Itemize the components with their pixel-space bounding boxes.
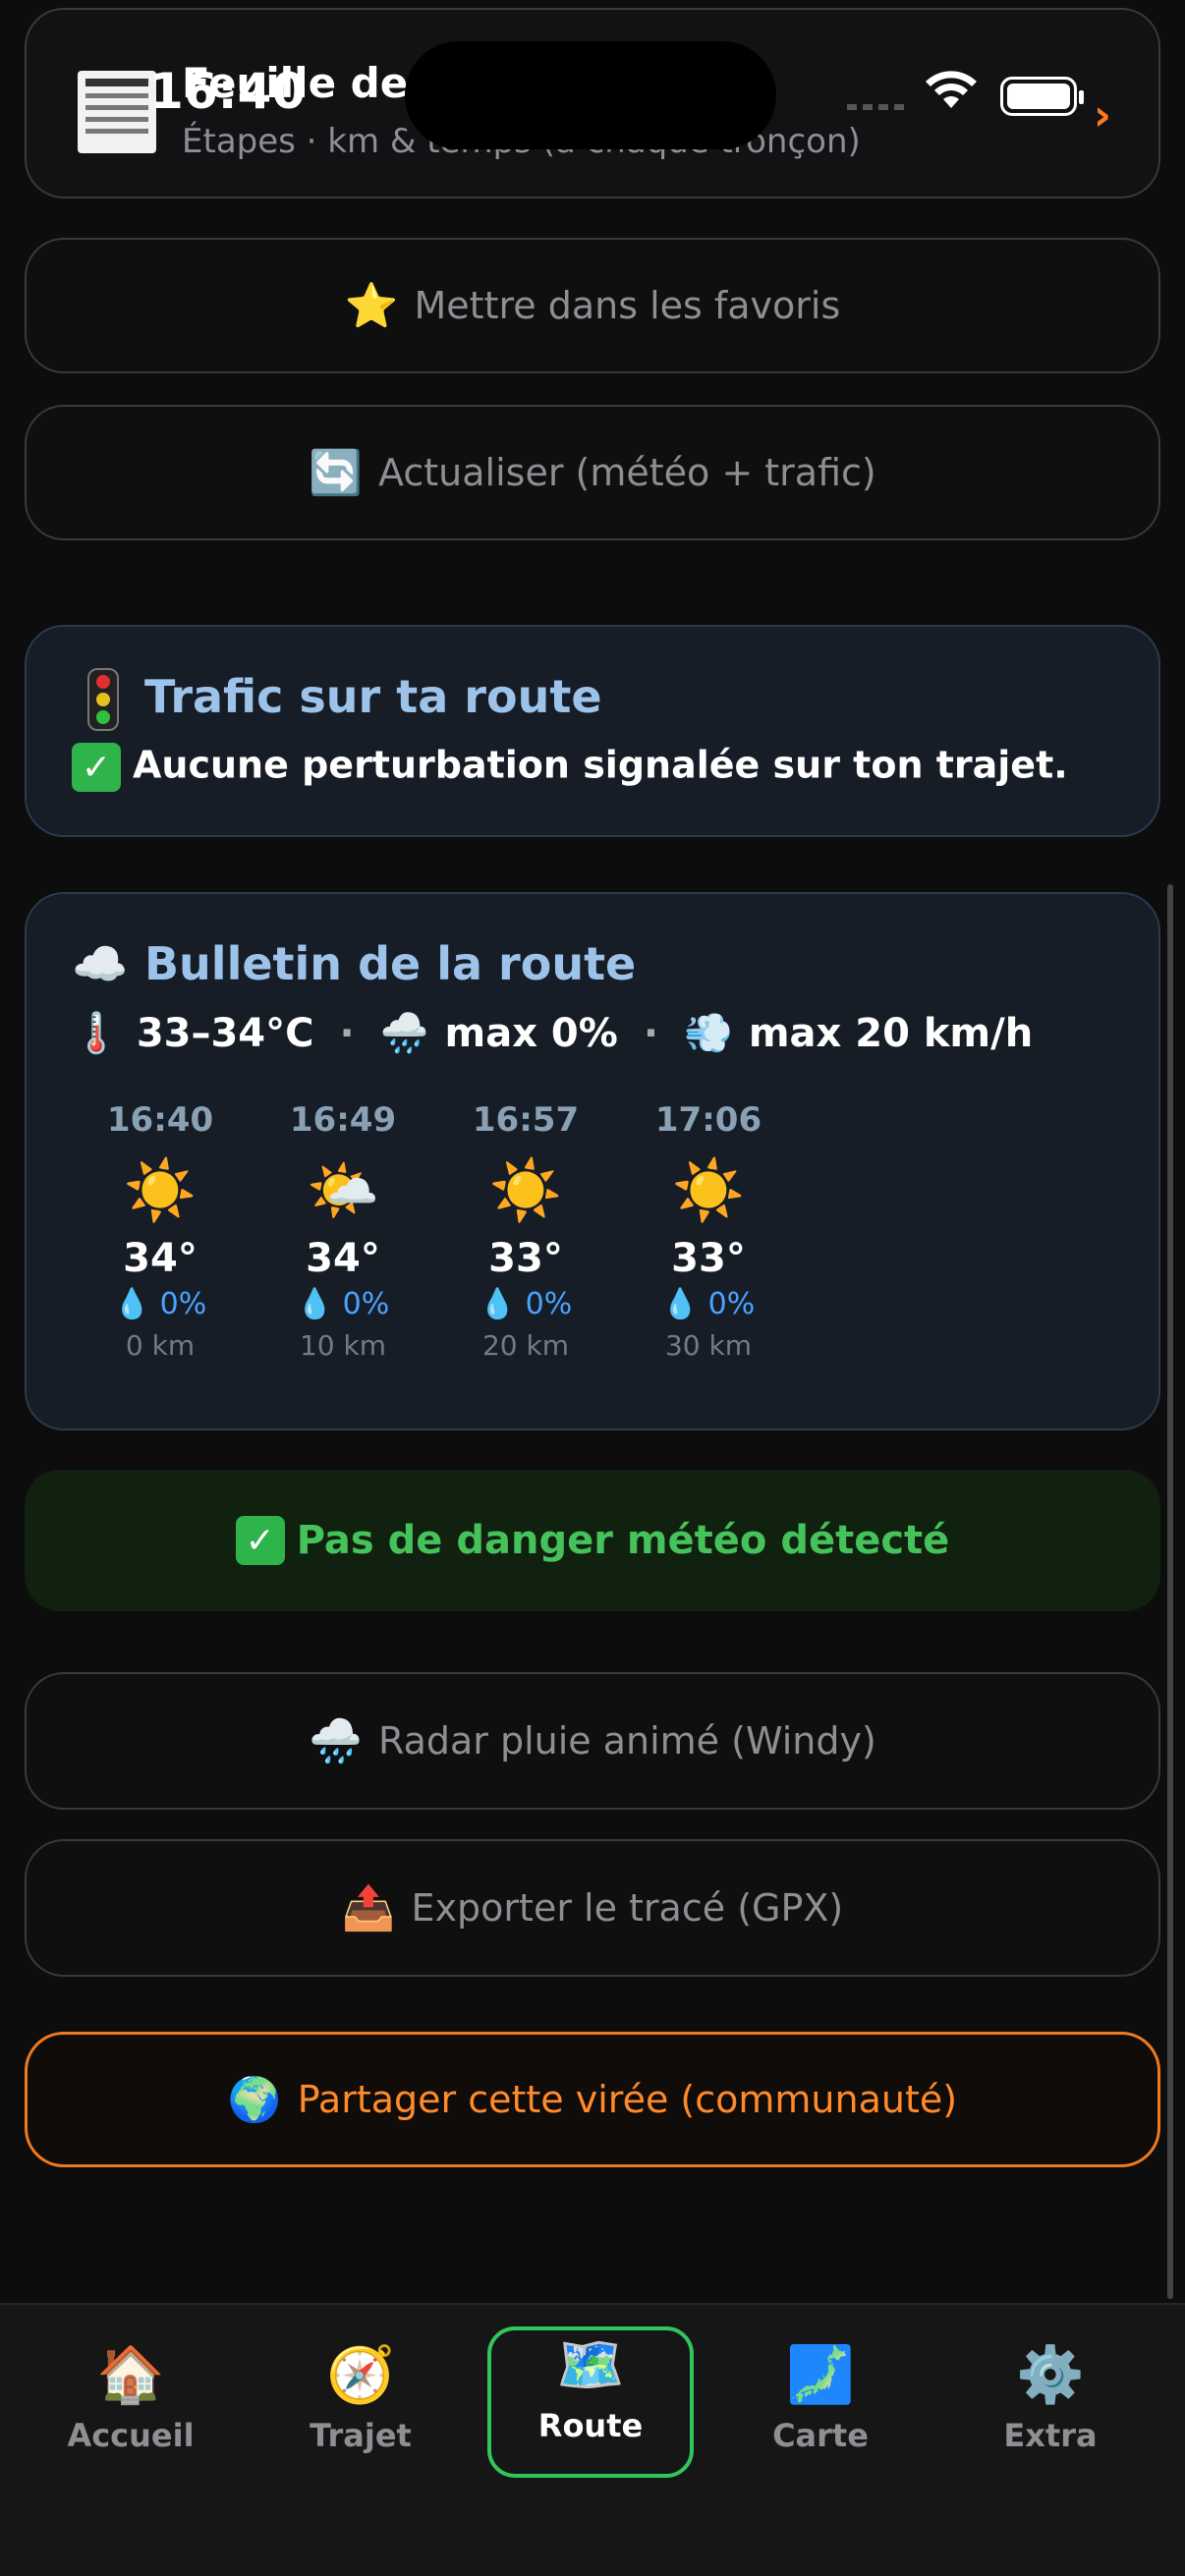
tab-trajet[interactable]: 🧭 Trajet	[257, 2340, 464, 2488]
gear-icon: ⚙️	[1016, 2343, 1085, 2407]
slot-rain: 💧 0%	[661, 1287, 756, 1321]
rain-max: max 0%	[444, 1010, 618, 1056]
slot-distance: 30 km	[664, 1329, 753, 1362]
chevron-right-icon: ›	[1093, 90, 1111, 140]
rain-cloud-icon: 🌧️	[309, 1716, 363, 1766]
wind-icon: 💨	[684, 1011, 733, 1056]
house-icon: 🏠	[96, 2343, 165, 2407]
weather-card: ☁️ Bulletin de la route 🌡️ 33–34°C · 🌧️ …	[25, 892, 1160, 1430]
traffic-card: Trafic sur ta route ✓ Aucune perturbation…	[25, 625, 1160, 837]
weather-danger-banner: ✓ Pas de danger météo détecté	[25, 1470, 1160, 1611]
signal-dots-icon	[847, 104, 908, 110]
thermometer-icon: 🌡️	[72, 1011, 121, 1056]
tab-bar: 🏠 Accueil 🧭 Trajet 🗺️ Route 🗾 Carte ⚙️ E…	[0, 2303, 1185, 2576]
slot-temp: 34°	[123, 1236, 198, 1281]
slot-temp: 33°	[488, 1236, 563, 1281]
tab-label: Carte	[772, 2417, 869, 2454]
tab-label: Trajet	[310, 2417, 412, 2454]
battery-icon	[1000, 77, 1084, 116]
check-icon: ✓	[235, 1516, 285, 1565]
scrollbar[interactable]	[1167, 884, 1173, 2299]
slot-time: 16:49	[289, 1100, 397, 1140]
forecast-slot: 16:40 ☀️ 34° 💧 0% 0 km	[82, 1100, 239, 1362]
globe-icon: 🌍	[227, 2075, 282, 2125]
slot-distance: 0 km	[125, 1329, 196, 1362]
wifi-icon	[926, 71, 977, 108]
slot-time: 16:57	[472, 1100, 580, 1140]
slot-temp: 33°	[671, 1236, 746, 1281]
favorite-button[interactable]: ⭐ Mettre dans les favoris	[25, 238, 1160, 373]
tab-route[interactable]: 🗺️ Route	[487, 2326, 694, 2478]
slot-distance: 10 km	[299, 1329, 387, 1362]
refresh-label: Actualiser (météo + trafic)	[378, 451, 876, 494]
slot-time: 17:06	[654, 1100, 762, 1140]
app-screen: Feuille de r Étapes · km & temps (à chaq…	[0, 0, 1185, 2576]
forecast-slot: 16:57 ☀️ 33° 💧 0% 20 km	[447, 1100, 604, 1362]
refresh-icon: 🔄	[309, 448, 364, 498]
export-tray-icon: 📤	[341, 1883, 396, 1933]
slot-rain: 💧 0%	[296, 1287, 390, 1321]
slot-rain: 💧 0%	[113, 1287, 207, 1321]
share-label: Partager cette virée (communauté)	[297, 2078, 958, 2121]
separator: ·	[643, 1010, 659, 1056]
radar-label: Radar pluie animé (Windy)	[378, 1719, 876, 1763]
slot-temp: 34°	[306, 1236, 380, 1281]
danger-label: Pas de danger météo détecté	[296, 1518, 950, 1563]
export-label: Exporter le tracé (GPX)	[411, 1886, 844, 1930]
temp-range: 33–34°C	[136, 1010, 314, 1056]
weather-summary: 🌡️ 33–34°C · 🌧️ max 0% · 💨 max 20 km/h	[72, 1010, 1034, 1057]
map-icon: 🗺️	[556, 2333, 625, 2397]
refresh-button[interactable]: 🔄 Actualiser (météo + trafic)	[25, 405, 1160, 540]
tab-carte[interactable]: 🗾 Carte	[717, 2340, 924, 2488]
dynamic-island	[405, 41, 776, 149]
tab-label: Extra	[1003, 2417, 1098, 2454]
share-community-button[interactable]: 🌍 Partager cette virée (communauté)	[25, 2032, 1160, 2167]
star-icon: ⭐	[344, 281, 399, 331]
slot-rain: 💧 0%	[479, 1287, 573, 1321]
wind-max: max 20 km/h	[748, 1010, 1034, 1056]
forecast-slot: 17:06 ☀️ 33° 💧 0% 30 km	[630, 1100, 787, 1362]
traffic-message: Aucune perturbation signalée sur ton tra…	[133, 743, 1068, 787]
slot-distance: 20 km	[481, 1329, 570, 1362]
traffic-message-row: ✓ Aucune perturbation signalée sur ton tr…	[72, 743, 1068, 792]
tab-label: Route	[537, 2407, 644, 2444]
sun-icon: ☀️	[123, 1156, 198, 1225]
compass-icon: 🧭	[326, 2343, 395, 2407]
weather-title: Bulletin de la route	[144, 937, 637, 990]
check-icon: ✓	[72, 743, 121, 792]
tab-label: Accueil	[67, 2417, 195, 2454]
tab-accueil[interactable]: 🏠 Accueil	[28, 2340, 234, 2488]
partly-cloudy-icon: 🌤️	[306, 1156, 380, 1225]
separator: ·	[339, 1010, 355, 1056]
sun-icon: ☀️	[488, 1156, 563, 1225]
status-time: 16:40	[149, 63, 307, 120]
sun-icon: ☀️	[671, 1156, 746, 1225]
slot-time: 16:40	[106, 1100, 214, 1140]
traffic-light-icon	[87, 668, 119, 731]
favorite-label: Mettre dans les favoris	[414, 284, 841, 327]
export-gpx-button[interactable]: 📤 Exporter le tracé (GPX)	[25, 1839, 1160, 1977]
receipt-icon	[78, 71, 156, 153]
tab-extra[interactable]: ⚙️ Extra	[947, 2340, 1154, 2488]
forecast-slot: 16:49 🌤️ 34° 💧 0% 10 km	[264, 1100, 422, 1362]
cloud-icon: ☁️	[72, 937, 129, 990]
traffic-title: Trafic sur ta route	[144, 670, 602, 723]
japan-map-icon: 🗾	[786, 2343, 855, 2407]
rain-icon: 🌧️	[379, 1011, 429, 1056]
radar-button[interactable]: 🌧️ Radar pluie animé (Windy)	[25, 1672, 1160, 1810]
